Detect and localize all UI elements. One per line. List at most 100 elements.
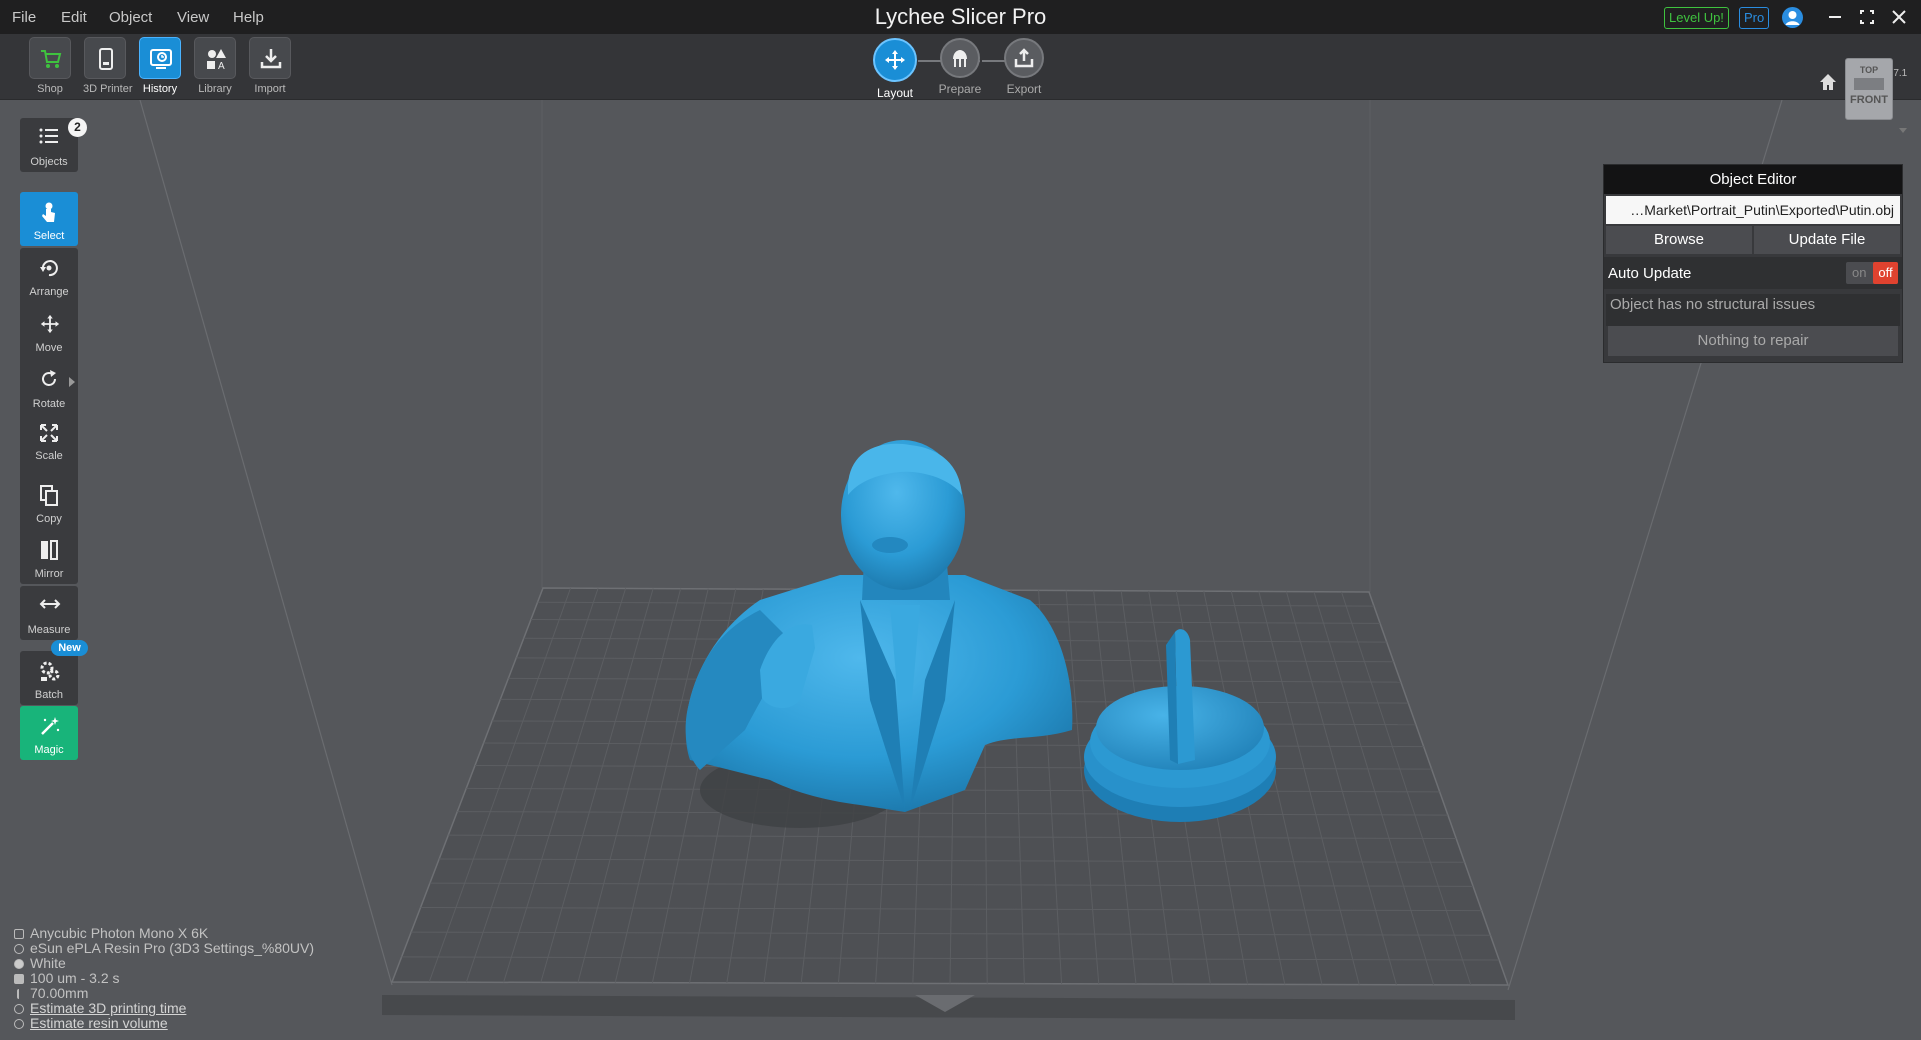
menu-view[interactable]: View <box>177 9 209 26</box>
auto-update-toggle[interactable]: on off <box>1846 262 1898 284</box>
history-icon <box>150 49 172 69</box>
library-button[interactable]: A Library <box>193 37 237 95</box>
3d-printer-label: 3D Printer <box>83 83 133 95</box>
estimate-time-label: Estimate 3D printing time <box>30 1000 187 1016</box>
step-export-label: Export <box>1006 82 1042 96</box>
toggle-on-label[interactable]: on <box>1852 265 1866 280</box>
auto-update-label: Auto Update <box>1608 265 1692 282</box>
layer-info[interactable]: 100 um - 3.2 s <box>14 970 120 986</box>
menu-object[interactable]: Object <box>109 9 152 26</box>
import-icon <box>260 49 282 69</box>
update-file-button[interactable]: Update File <box>1754 226 1900 254</box>
close-icon[interactable] <box>1886 4 1912 30</box>
step-layout[interactable]: Layout <box>867 38 923 100</box>
arrange-tool[interactable]: Arrange <box>20 248 78 302</box>
scale-label: Scale <box>35 450 63 462</box>
estimate-time-link[interactable]: Estimate 3D printing time <box>14 1000 186 1016</box>
magic-tool[interactable]: Magic <box>20 706 78 760</box>
repair-button[interactable]: Nothing to repair <box>1608 326 1898 356</box>
batch-icon <box>40 661 60 681</box>
printer-icon <box>99 48 113 70</box>
measure-tool[interactable]: Measure <box>20 586 78 640</box>
object-editor-title: Object Editor <box>1604 165 1902 194</box>
level-up-button[interactable]: Level Up! <box>1664 7 1729 29</box>
select-tool[interactable]: Select <box>20 192 78 246</box>
move-tool[interactable]: Move <box>20 304 78 358</box>
rotate-label: Rotate <box>32 398 66 410</box>
toggle-off-label[interactable]: off <box>1873 262 1898 284</box>
shop-label: Shop <box>37 83 63 95</box>
objects-count-badge: 2 <box>68 118 87 137</box>
file-path-field[interactable] <box>1606 196 1900 224</box>
view-cube-edge <box>1854 78 1884 90</box>
rotate-tool[interactable]: Rotate <box>20 360 78 414</box>
batch-tool[interactable]: Batch <box>20 651 78 705</box>
height-info: 70.00mm <box>14 985 88 1001</box>
step-prepare-label: Prepare <box>938 82 982 96</box>
estimate-volume-label: Estimate resin volume <box>30 1015 168 1031</box>
import-label: Import <box>254 83 286 95</box>
menu-help[interactable]: Help <box>233 9 264 26</box>
view-cube-front[interactable]: FRONT <box>1846 94 1892 106</box>
export-icon <box>1014 48 1034 68</box>
estimate-volume-link[interactable]: Estimate resin volume <box>14 1015 168 1031</box>
volume-icon <box>14 1019 24 1030</box>
3d-printer-button[interactable]: 3D Printer <box>83 37 133 95</box>
app-title: Lychee Slicer Pro <box>874 4 1047 29</box>
clock-icon <box>14 1004 24 1015</box>
copy-label: Copy <box>36 513 62 525</box>
import-button[interactable]: Import <box>248 37 292 95</box>
shop-button[interactable]: Shop <box>28 37 72 95</box>
batch-label: Batch <box>34 689 64 701</box>
select-label: Select <box>33 230 65 242</box>
list-icon <box>39 128 58 144</box>
history-button[interactable]: History <box>138 37 182 95</box>
menu-edit[interactable]: Edit <box>61 9 87 26</box>
layer-settings: 100 um - 3.2 s <box>30 970 120 986</box>
chevron-right-icon[interactable] <box>69 377 75 387</box>
step-export[interactable]: Export <box>996 38 1052 96</box>
mirror-icon <box>41 540 58 560</box>
user-account-icon[interactable] <box>1782 7 1803 28</box>
measure-icon <box>39 599 61 609</box>
auto-update-row: Auto Update on off <box>1604 257 1902 289</box>
magic-icon <box>41 717 60 735</box>
move-label: Move <box>35 342 63 354</box>
supports-icon <box>953 50 967 67</box>
history-label: History <box>142 83 178 95</box>
home-icon[interactable] <box>1818 72 1838 92</box>
scale-tool[interactable]: Scale <box>20 414 78 466</box>
printer-icon <box>14 929 24 940</box>
measure-label: Measure <box>27 624 71 636</box>
view-cube-top[interactable]: TOP <box>1846 65 1892 75</box>
mirror-tool[interactable]: Mirror <box>20 530 78 584</box>
svg-text:A: A <box>218 61 225 71</box>
move-icon <box>40 314 60 334</box>
color-info[interactable]: White <box>14 955 66 971</box>
object-editor-panel: Object Editor Browse Update File Auto Up… <box>1603 164 1903 363</box>
pointer-icon <box>42 202 55 222</box>
step-prepare[interactable]: Prepare <box>932 38 988 96</box>
copy-icon <box>40 485 58 506</box>
main-toolbar: Shop 3D Printer History A Library Import… <box>0 34 1921 100</box>
chamber-edge-left <box>139 100 393 986</box>
menu-file[interactable]: File <box>12 9 36 26</box>
copy-tool[interactable]: Copy <box>20 475 78 529</box>
pro-button[interactable]: Pro <box>1739 7 1770 29</box>
printer-info[interactable]: Anycubic Photon Mono X 6K <box>14 925 208 941</box>
resin-info[interactable]: eSun ePLA Resin Pro (3D3 Settings_%80UV) <box>14 940 314 956</box>
view-cube[interactable]: TOP FRONT <box>1845 58 1893 120</box>
chevron-down-icon[interactable] <box>1898 127 1908 135</box>
layers-icon <box>14 974 24 985</box>
scale-icon <box>40 424 58 442</box>
height-icon <box>17 989 21 1000</box>
minimize-icon[interactable] <box>1822 4 1848 30</box>
resin-icon <box>14 944 24 955</box>
maximize-icon[interactable] <box>1854 4 1880 30</box>
browse-button[interactable]: Browse <box>1606 226 1752 254</box>
printer-name: Anycubic Photon Mono X 6K <box>30 925 209 941</box>
palette-icon <box>14 959 24 970</box>
library-label: Library <box>198 83 232 95</box>
step-layout-label: Layout <box>876 86 914 100</box>
arrange-label: Arrange <box>29 286 69 298</box>
